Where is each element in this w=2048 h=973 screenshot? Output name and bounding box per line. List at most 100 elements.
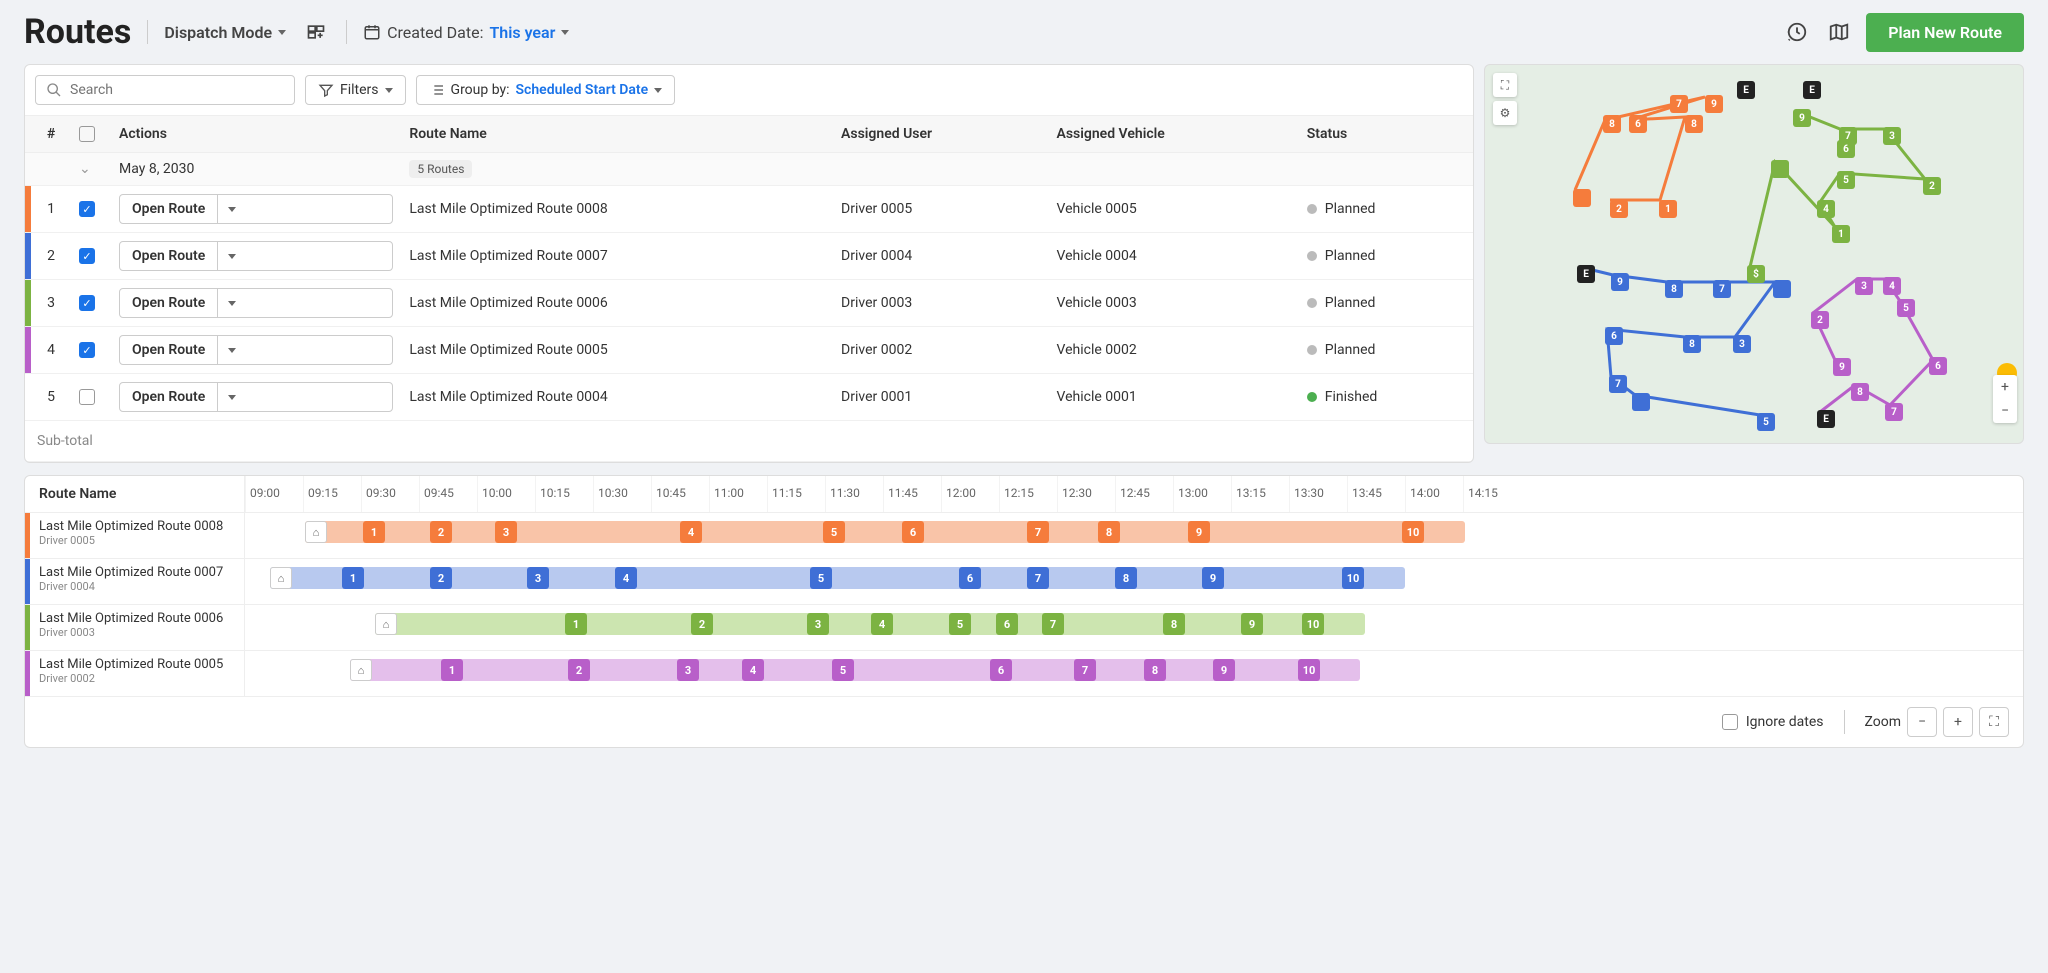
timeline-stop[interactable]: 5 [949, 613, 971, 635]
map-pin[interactable]: 7 [1713, 280, 1731, 298]
open-route-button[interactable]: Open Route [119, 194, 393, 224]
open-route-label[interactable]: Open Route [120, 336, 218, 364]
open-route-dropdown[interactable] [218, 289, 246, 317]
groupby-dropdown[interactable]: Group by: Scheduled Start Date [416, 75, 676, 105]
map-pin[interactable]: 8 [1665, 280, 1683, 298]
row-checkbox[interactable] [79, 389, 95, 405]
map-pin[interactable]: 7 [1670, 95, 1688, 113]
timeline-zoom-in[interactable]: + [1943, 707, 1973, 737]
open-route-dropdown[interactable] [218, 195, 246, 223]
open-route-dropdown[interactable] [218, 383, 246, 411]
open-route-label[interactable]: Open Route [120, 289, 218, 317]
timeline-track[interactable]: ⌂ 12345678910 [245, 605, 2023, 650]
map-pin[interactable]: 1 [1832, 225, 1850, 243]
timeline-stop[interactable]: 9 [1188, 521, 1210, 543]
timeline-stop[interactable]: 8 [1115, 567, 1137, 589]
timeline-stop[interactable]: 9 [1241, 613, 1263, 635]
map-pin[interactable]: 9 [1833, 358, 1851, 376]
map-pin[interactable]: 6 [1929, 357, 1947, 375]
timeline-stop[interactable]: 2 [430, 521, 452, 543]
map-icon-button[interactable] [1824, 17, 1854, 47]
timeline-stop[interactable]: 1 [441, 659, 463, 681]
select-all-checkbox[interactable] [79, 126, 95, 142]
timeline-stop[interactable]: 8 [1163, 613, 1185, 635]
open-route-button[interactable]: Open Route [119, 241, 393, 271]
timeline-stop[interactable]: 3 [677, 659, 699, 681]
map-pin[interactable]: 5 [1757, 413, 1775, 431]
map-pin[interactable] [1771, 160, 1789, 178]
row-checkbox[interactable]: ✓ [79, 201, 95, 217]
timeline-stop[interactable]: 4 [742, 659, 764, 681]
timeline-stop[interactable]: 5 [832, 659, 854, 681]
open-route-button[interactable]: Open Route [119, 382, 393, 412]
map-pin[interactable]: $ [1747, 265, 1765, 283]
open-route-dropdown[interactable] [218, 336, 246, 364]
map-pin[interactable]: 2 [1610, 200, 1628, 218]
map-pin[interactable]: 6 [1629, 115, 1647, 133]
map-pin[interactable]: 9 [1705, 95, 1723, 113]
timeline-stop[interactable]: 6 [902, 521, 924, 543]
timeline-stop[interactable]: 7 [1074, 659, 1096, 681]
map-pin[interactable]: 1 [1659, 200, 1677, 218]
timeline-stop[interactable]: 4 [680, 521, 702, 543]
map-pin[interactable] [1573, 189, 1591, 207]
timeline-stop[interactable]: 3 [495, 521, 517, 543]
timeline-stop[interactable]: 1 [565, 613, 587, 635]
ignore-dates-toggle[interactable]: Ignore dates [1722, 714, 1824, 730]
row-checkbox[interactable]: ✓ [79, 342, 95, 358]
timeline-stop[interactable]: 7 [1042, 613, 1064, 635]
map-pin[interactable]: E [1737, 81, 1755, 99]
map-pin[interactable]: 6 [1837, 140, 1855, 158]
map-pin[interactable]: 6 [1605, 327, 1623, 345]
timeline-stop[interactable]: 9 [1202, 567, 1224, 589]
map-pin[interactable]: 9 [1611, 273, 1629, 291]
dispatch-icon-button[interactable] [302, 18, 330, 46]
filters-button[interactable]: Filters [305, 75, 406, 105]
timeline-track[interactable]: ⌂ 12345678910 [245, 651, 2023, 696]
timeline-stop[interactable]: 6 [996, 613, 1018, 635]
map-pin[interactable]: 8 [1603, 115, 1621, 133]
timeline-stop[interactable]: 3 [807, 613, 829, 635]
open-route-button[interactable]: Open Route [119, 288, 393, 318]
timeline-stop[interactable]: 8 [1098, 521, 1120, 543]
map-zoom-in[interactable]: + [1993, 375, 2017, 399]
ignore-dates-checkbox[interactable] [1722, 714, 1738, 730]
timeline-stop[interactable]: 2 [430, 567, 452, 589]
open-route-dropdown[interactable] [218, 242, 246, 270]
created-date-filter[interactable]: Created Date: This year [363, 23, 569, 42]
timeline-stop[interactable]: 10 [1342, 567, 1364, 589]
map-pin[interactable]: E [1817, 410, 1835, 428]
map-pin[interactable]: 5 [1837, 171, 1855, 189]
map-pin[interactable]: 5 [1897, 299, 1915, 317]
timeline-stop[interactable]: 4 [615, 567, 637, 589]
row-checkbox[interactable]: ✓ [79, 248, 95, 264]
timeline-stop[interactable]: 1 [363, 521, 385, 543]
open-route-label[interactable]: Open Route [120, 242, 218, 270]
history-icon-button[interactable] [1782, 17, 1812, 47]
map-pin[interactable]: 3 [1855, 277, 1873, 295]
map-pin[interactable]: 4 [1883, 277, 1901, 295]
timeline-stop[interactable]: 10 [1298, 659, 1320, 681]
open-route-label[interactable]: Open Route [120, 383, 218, 411]
map-pin[interactable]: 9 [1793, 109, 1811, 127]
timeline-stop[interactable]: 1 [342, 567, 364, 589]
timeline-stop[interactable]: 8 [1144, 659, 1166, 681]
timeline-stop[interactable]: 2 [691, 613, 713, 635]
map-pin[interactable] [1632, 393, 1650, 411]
map-pin[interactable]: 2 [1923, 177, 1941, 195]
timeline-stop[interactable]: 4 [871, 613, 893, 635]
timeline-track[interactable]: ⌂ 12345678910 [245, 513, 2023, 558]
timeline-stop[interactable]: 9 [1213, 659, 1235, 681]
map-pin[interactable]: 7 [1885, 403, 1903, 421]
timeline-stop[interactable]: 5 [823, 521, 845, 543]
group-collapse-icon[interactable]: ⌄ [79, 161, 91, 177]
map-pin[interactable]: 2 [1811, 311, 1829, 329]
timeline-stop[interactable]: 7 [1027, 567, 1049, 589]
map-pin[interactable]: 3 [1883, 127, 1901, 145]
map-pin[interactable]: 7 [1609, 375, 1627, 393]
map-pin[interactable]: 8 [1683, 335, 1701, 353]
map-pin[interactable]: 4 [1817, 200, 1835, 218]
timeline-stop[interactable]: 6 [990, 659, 1012, 681]
timeline-zoom-out[interactable]: − [1907, 707, 1937, 737]
timeline-fullscreen[interactable]: ⛶ [1979, 707, 2009, 737]
